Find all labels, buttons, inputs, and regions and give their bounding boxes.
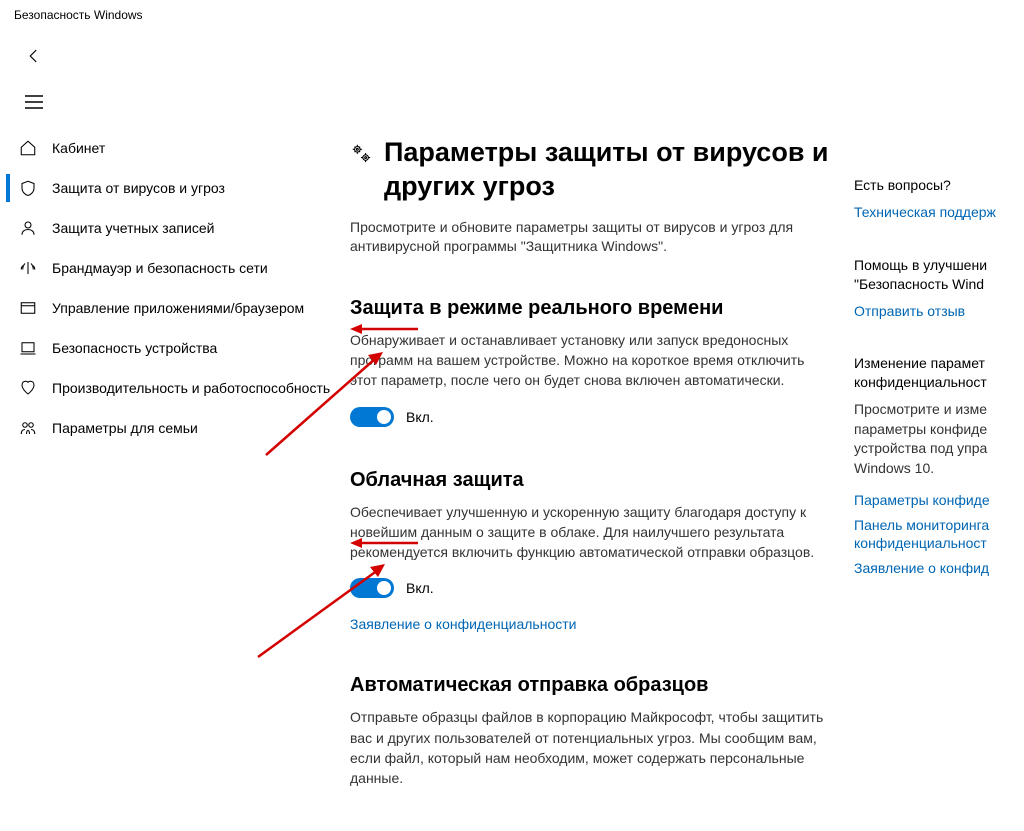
signal-icon: [16, 259, 40, 277]
sidebar-item-account-protection[interactable]: Защита учетных записей: [6, 208, 340, 248]
toggle-state-label: Вкл.: [406, 409, 434, 425]
sidebar-item-label: Защита учетных записей: [52, 220, 214, 236]
sidebar: Кабинет Защита от вирусов и угроз Защита…: [0, 128, 340, 831]
sidebar-item-label: Кабинет: [52, 140, 105, 156]
sidebar-item-performance[interactable]: Производительность и работоспособность: [6, 368, 340, 408]
section-auto-sample-submission: Автоматическая отправка образцов Отправь…: [350, 674, 834, 788]
privacy-heading: Изменение парамет конфиденциальност: [854, 354, 1024, 392]
section-title: Автоматическая отправка образцов: [350, 674, 834, 697]
window-icon: [16, 299, 40, 317]
family-icon: [16, 419, 40, 437]
sidebar-item-label: Управление приложениями/браузером: [52, 300, 304, 316]
page-description: Просмотрите и обновите параметры защиты …: [350, 218, 834, 257]
section-description: Отправьте образцы файлов в корпорацию Ма…: [350, 707, 834, 788]
sidebar-item-firewall[interactable]: Брандмауэр и безопасность сети: [6, 248, 340, 288]
section-cloud-protection: Облачная защита Обеспечивает улучшенную …: [350, 469, 834, 633]
section-realtime-protection: Защита в режиме реального времени Обнару…: [350, 297, 834, 427]
hamburger-menu-button[interactable]: [14, 84, 54, 120]
sidebar-item-device-security[interactable]: Безопасность устройства: [6, 328, 340, 368]
toggle-state-label: Вкл.: [406, 580, 434, 596]
privacy-dashboard-link[interactable]: Панель мониторинга конфиденциальност: [854, 516, 1024, 554]
device-icon: [16, 339, 40, 357]
feedback-heading: Помощь в улучшени "Безопасность Wind: [854, 256, 1024, 294]
realtime-protection-toggle[interactable]: [350, 407, 394, 427]
cloud-protection-toggle[interactable]: [350, 578, 394, 598]
window-title: Безопасность Windows: [0, 0, 1024, 30]
privacy-statement-link[interactable]: Заявление о конфиденциальности: [350, 616, 576, 632]
settings-gears-icon: [350, 142, 372, 164]
sidebar-item-home[interactable]: Кабинет: [6, 128, 340, 168]
privacy-text: Просмотрите и изме параметры конфиде уст…: [854, 400, 1024, 478]
heart-icon: [16, 379, 40, 397]
page-title: Параметры защиты от вирусов и других угр…: [384, 136, 834, 204]
main-content: Параметры защиты от вирусов и других угр…: [340, 128, 854, 831]
section-description: Обнаруживает и останавливает установку и…: [350, 330, 834, 391]
sidebar-item-label: Производительность и работоспособность: [52, 380, 330, 396]
sidebar-item-label: Брандмауэр и безопасность сети: [52, 260, 268, 276]
privacy-settings-link[interactable]: Параметры конфиде: [854, 491, 1024, 510]
right-panel: Есть вопросы? Техническая поддерж Помощь…: [854, 128, 1024, 831]
sidebar-item-app-browser[interactable]: Управление приложениями/браузером: [6, 288, 340, 328]
privacy-statement-link[interactable]: Заявление о конфид: [854, 559, 1024, 578]
section-title: Защита в режиме реального времени: [350, 297, 834, 320]
sidebar-item-virus-protection[interactable]: Защита от вирусов и угроз: [6, 168, 340, 208]
questions-heading: Есть вопросы?: [854, 176, 1024, 195]
section-title: Облачная защита: [350, 469, 834, 492]
person-icon: [16, 219, 40, 237]
tech-support-link[interactable]: Техническая поддерж: [854, 203, 1024, 222]
shield-icon: [16, 179, 40, 197]
sidebar-item-label: Параметры для семьи: [52, 420, 198, 436]
sidebar-item-family[interactable]: Параметры для семьи: [6, 408, 340, 448]
back-button[interactable]: [14, 38, 54, 74]
sidebar-item-label: Безопасность устройства: [52, 340, 217, 356]
sidebar-item-label: Защита от вирусов и угроз: [52, 180, 225, 196]
send-feedback-link[interactable]: Отправить отзыв: [854, 302, 1024, 321]
section-description: Обеспечивает улучшенную и ускоренную защ…: [350, 502, 834, 563]
home-icon: [16, 139, 40, 157]
